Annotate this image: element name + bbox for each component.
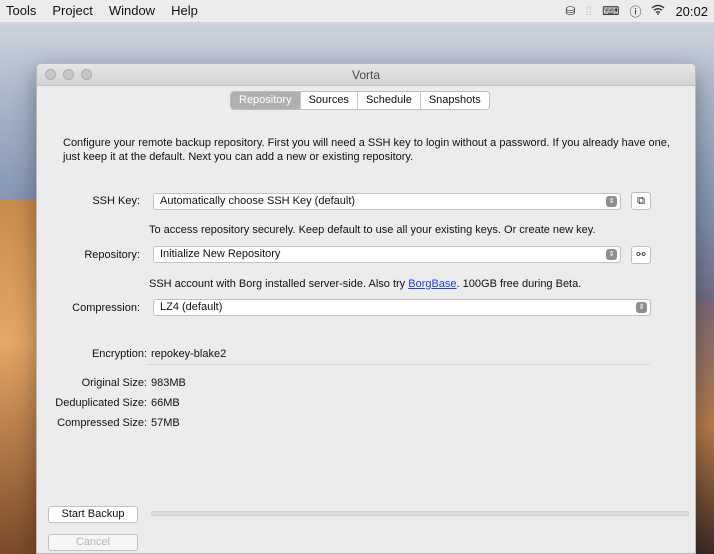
divider (147, 364, 650, 365)
menu-help[interactable]: Help (163, 0, 206, 22)
intro-text: Configure your remote backup repository.… (63, 137, 670, 163)
encryption-label: Encryption: (91, 348, 147, 360)
minimize-button[interactable] (63, 69, 74, 80)
repository-hint-suffix: . 100GB free during Beta. (456, 278, 582, 290)
compression-select[interactable]: LZ4 (default) ⇕ (153, 299, 651, 316)
menubar: Tools Project Window Help ⛁ ⁞⁞ ⌨ ⓘ 20:02 (0, 0, 714, 22)
select-arrows-icon: ⇕ (636, 302, 647, 313)
ssh-key-label: SSH Key: (92, 195, 140, 207)
repository-hint-prefix: SSH account with Borg installed server-s… (149, 278, 409, 290)
compressed-size-label: Compressed Size: (57, 417, 147, 429)
original-size-label: Original Size: (81, 377, 147, 389)
encryption-value: repokey-blake2 (151, 348, 227, 360)
desktop-wallpaper-left (0, 200, 40, 554)
ssh-key-value: Automatically choose SSH Key (default) (160, 195, 356, 207)
info-icon[interactable]: ⓘ (629, 3, 641, 20)
window-titlebar[interactable]: Vorta (37, 64, 695, 86)
unlink-repo-button[interactable]: ⚯ (631, 246, 651, 264)
repository-value: Initialize New Repository (160, 248, 281, 260)
unlink-icon: ⚯ (636, 249, 646, 261)
menu-tools[interactable]: Tools (0, 0, 44, 22)
disk-icon[interactable]: ⛁ (565, 4, 575, 18)
tab-repository[interactable]: Repository (231, 92, 300, 109)
keyboard-icon[interactable]: ⌨ (602, 4, 619, 18)
vorta-window: Vorta Repository Sources Schedule Snapsh… (36, 63, 696, 554)
repository-hint: SSH account with Borg installed server-s… (149, 278, 581, 290)
repository-label: Repository: (84, 249, 140, 261)
copy-key-button[interactable]: ⧉ (631, 192, 651, 210)
deduplicated-size-label: Deduplicated Size: (55, 397, 147, 409)
menubar-status: ⛁ ⁞⁞ ⌨ ⓘ 20:02 (565, 3, 714, 20)
menu-project[interactable]: Project (44, 0, 100, 22)
tab-schedule[interactable]: Schedule (356, 92, 420, 109)
backup-progress-bar (151, 511, 689, 516)
compression-label: Compression: (72, 302, 140, 314)
original-size-value: 983MB (151, 377, 186, 389)
repository-select[interactable]: Initialize New Repository ⇕ (153, 246, 621, 263)
select-arrows-icon: ⇕ (606, 249, 617, 260)
select-arrows-icon: ⇕ (606, 196, 617, 207)
clock[interactable]: 20:02 (675, 4, 708, 19)
compression-value: LZ4 (default) (160, 301, 223, 313)
cancel-button[interactable]: Cancel (48, 534, 138, 551)
ssh-key-select[interactable]: Automatically choose SSH Key (default) ⇕ (153, 193, 621, 210)
ssh-key-hint: To access repository securely. Keep defa… (149, 224, 596, 236)
compressed-size-value: 57MB (151, 417, 180, 429)
menu-window[interactable]: Window (101, 0, 163, 22)
deduplicated-size-value: 66MB (151, 397, 180, 409)
zoom-button[interactable] (81, 69, 92, 80)
copy-icon: ⧉ (637, 195, 645, 207)
wifi-icon[interactable] (651, 4, 665, 18)
window-title: Vorta (351, 68, 381, 82)
start-backup-button[interactable]: Start Backup (48, 506, 138, 523)
window-controls (45, 69, 92, 80)
close-button[interactable] (45, 69, 56, 80)
tab-snapshots[interactable]: Snapshots (419, 92, 489, 109)
app-status-icon[interactable]: ⁞⁞ (585, 4, 592, 18)
tab-sources[interactable]: Sources (299, 92, 357, 109)
borgbase-link[interactable]: BorgBase (408, 278, 456, 290)
tab-bar: Repository Sources Schedule Snapshots (230, 91, 490, 110)
